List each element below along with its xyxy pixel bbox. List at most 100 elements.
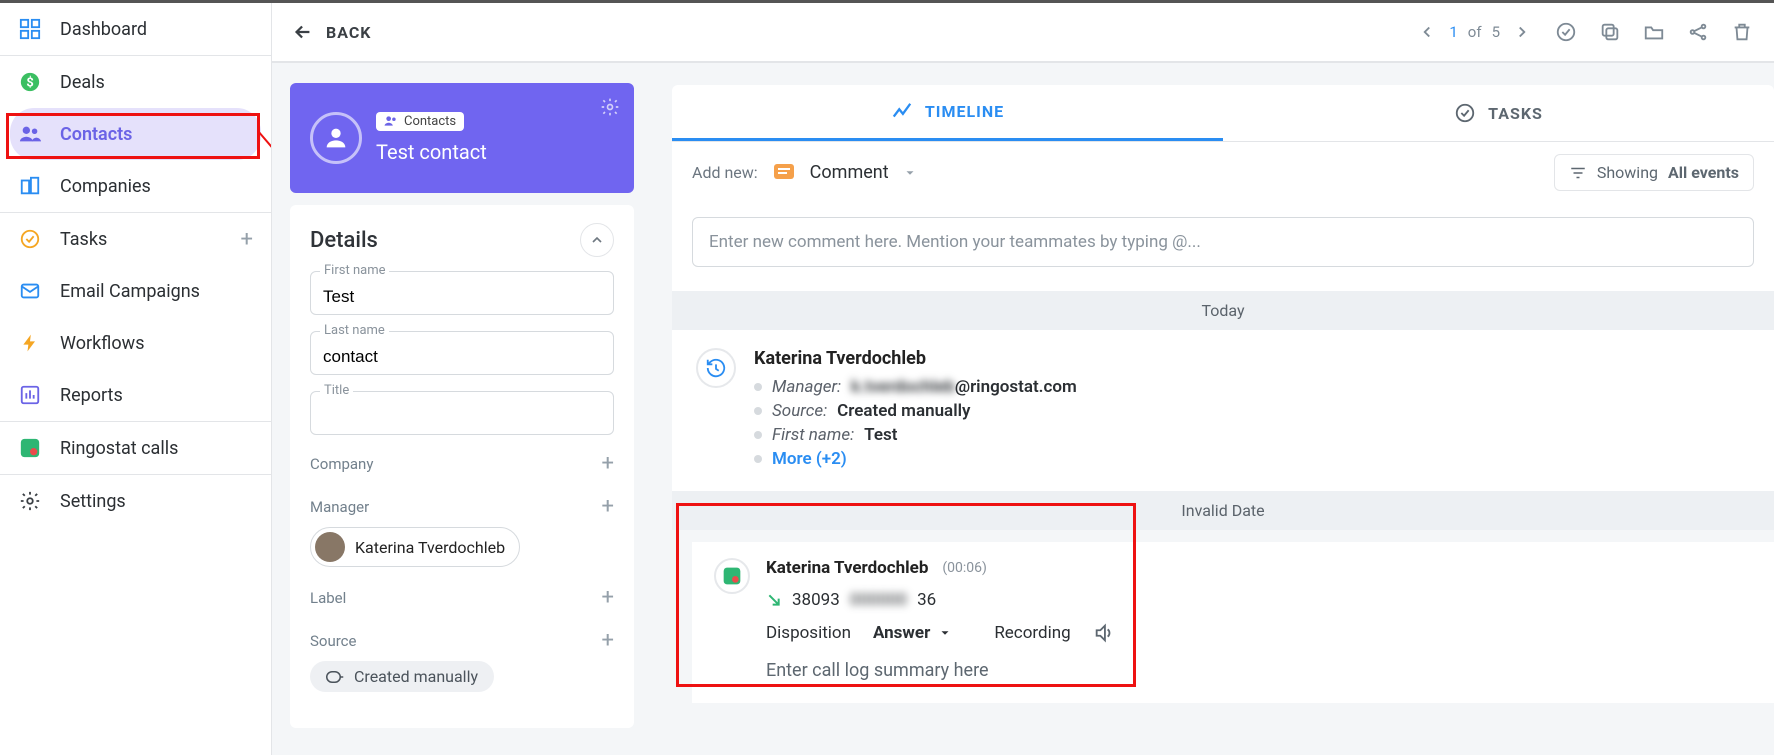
folder-icon[interactable] (1642, 20, 1666, 44)
sidebar-item-deals[interactable]: $ Deals (0, 56, 271, 108)
details-panel: Details First name Last name Title (290, 205, 634, 728)
source-chip: Created manually (310, 661, 494, 692)
comment-type-label[interactable]: Comment (810, 162, 889, 183)
call-summary-input[interactable]: Enter call log summary here (766, 660, 1752, 681)
contacts-small-icon (384, 114, 398, 128)
manager-chip[interactable]: Katerina Tverdochleb (310, 527, 520, 567)
disposition-select[interactable]: Answer (873, 623, 952, 643)
sidebar-item-contacts[interactable]: Contacts (10, 108, 261, 160)
sidebar-label: Contacts (60, 124, 132, 145)
pager-next[interactable] (1510, 20, 1534, 44)
title-input[interactable] (310, 391, 614, 435)
contact-chip: Contacts (376, 112, 464, 131)
arrow-left-icon (292, 21, 314, 43)
sidebar-item-dashboard[interactable]: Dashboard (0, 3, 271, 55)
sidebar-item-reports[interactable]: Reports (0, 369, 271, 421)
comment-type-icon[interactable] (772, 161, 796, 185)
contacts-icon (18, 122, 42, 146)
comment-type-dropdown-icon[interactable] (903, 166, 917, 180)
outgoing-call-icon (766, 592, 782, 608)
details-heading: Details (310, 228, 378, 253)
copy-icon[interactable] (1598, 20, 1622, 44)
add-manager-icon[interactable]: + (602, 494, 614, 519)
sidebar-item-tasks[interactable]: Tasks + (0, 213, 271, 265)
comment-input[interactable]: Enter new comment here. Mention your tea… (692, 217, 1754, 267)
more-link[interactable]: More (+2) (772, 449, 847, 469)
call-number: 3809300000036 (766, 590, 1752, 610)
main: BACK 1 of 5 (272, 3, 1774, 755)
contact-name: Test contact (376, 140, 487, 164)
sidebar-label: Reports (60, 385, 123, 406)
history-icon (696, 348, 736, 388)
first-name-field[interactable]: First name (310, 271, 614, 315)
timeline-entry-created: Katerina Tverdochleb Manager: k.tverdoch… (672, 330, 1774, 491)
sidebar-label: Settings (60, 491, 126, 512)
add-new-row: Add new: Comment Showing All events (672, 142, 1774, 203)
add-company-icon[interactable]: + (602, 451, 614, 476)
avatar-icon (310, 112, 362, 164)
dashboard-icon (18, 17, 42, 41)
add-new-label: Add new: (692, 163, 758, 182)
sidebar-item-workflows[interactable]: Workflows (0, 317, 271, 369)
pager: 1 of 5 (1415, 20, 1534, 44)
topbar: BACK 1 of 5 (272, 3, 1774, 63)
ringostat-call-icon (714, 558, 750, 594)
add-label-icon[interactable]: + (602, 585, 614, 610)
share-icon[interactable] (1686, 20, 1710, 44)
chevron-down-icon (938, 626, 952, 640)
recording-label: Recording (994, 623, 1070, 643)
pager-prev[interactable] (1415, 20, 1439, 44)
topbar-actions: 1 of 5 (1415, 20, 1754, 44)
tabs: TIMELINE TASKS (672, 85, 1774, 142)
tab-timeline[interactable]: TIMELINE (672, 85, 1223, 141)
filter-button[interactable]: Showing All events (1554, 154, 1754, 191)
filter-icon (1569, 164, 1587, 182)
back-label: BACK (326, 23, 371, 42)
sidebar-item-companies[interactable]: Companies (0, 160, 271, 212)
email-icon (18, 279, 42, 303)
sidebar-label: Dashboard (60, 19, 147, 40)
trash-icon[interactable] (1730, 20, 1754, 44)
sidebar-label: Ringostat calls (60, 438, 178, 459)
sidebar-label: Deals (60, 72, 105, 93)
tab-tasks[interactable]: TASKS (1223, 85, 1774, 141)
svg-text:$: $ (26, 76, 33, 91)
companies-icon (18, 174, 42, 198)
sidebar-label: Workflows (60, 333, 145, 354)
company-prop: Company+ (310, 451, 614, 476)
call-duration: (00:06) (942, 560, 987, 576)
entry-author: Katerina Tverdochleb (754, 348, 1750, 369)
sidebar-item-settings[interactable]: Settings (0, 475, 271, 527)
sidebar-item-email[interactable]: Email Campaigns (0, 265, 271, 317)
app-root: Dashboard $ Deals Contacts Companies Tas… (0, 0, 1774, 755)
tasks-tab-icon (1454, 102, 1476, 124)
sidebar: Dashboard $ Deals Contacts Companies Tas… (0, 3, 272, 755)
sidebar-item-ringostat[interactable]: Ringostat calls (0, 422, 271, 474)
title-field[interactable]: Title (310, 391, 614, 435)
play-recording-icon[interactable] (1093, 622, 1115, 644)
chart-icon (18, 383, 42, 407)
comment-input-wrap: Enter new comment here. Mention your tea… (672, 203, 1774, 291)
manager-prop: Manager+ Katerina Tverdochleb (310, 494, 614, 567)
detail-column: Contacts Test contact Details First name (272, 63, 652, 755)
source-prop: Source+ Created manually (310, 628, 614, 692)
bolt-icon (18, 331, 42, 355)
disposition-label: Disposition (766, 623, 851, 643)
add-source-icon[interactable]: + (602, 628, 614, 653)
collapse-icon[interactable] (580, 223, 614, 257)
label-prop: Label+ (310, 585, 614, 610)
back-button[interactable]: BACK (292, 21, 371, 43)
tag-icon (326, 670, 344, 684)
check-icon[interactable] (1554, 20, 1578, 44)
ringostat-icon (18, 436, 42, 460)
sidebar-label: Email Campaigns (60, 281, 200, 302)
dollar-icon: $ (18, 70, 42, 94)
add-task-icon[interactable]: + (241, 227, 253, 252)
timeline-column: TIMELINE TASKS Add new: Comment Showing … (652, 63, 1774, 755)
sidebar-label: Companies (60, 176, 151, 197)
tasks-icon (18, 227, 42, 251)
card-settings-icon[interactable] (600, 97, 620, 117)
call-log-entry: Katerina Tverdochleb (00:06) 38093000000… (692, 542, 1774, 703)
timeline-icon (891, 101, 913, 123)
last-name-field[interactable]: Last name (310, 331, 614, 375)
